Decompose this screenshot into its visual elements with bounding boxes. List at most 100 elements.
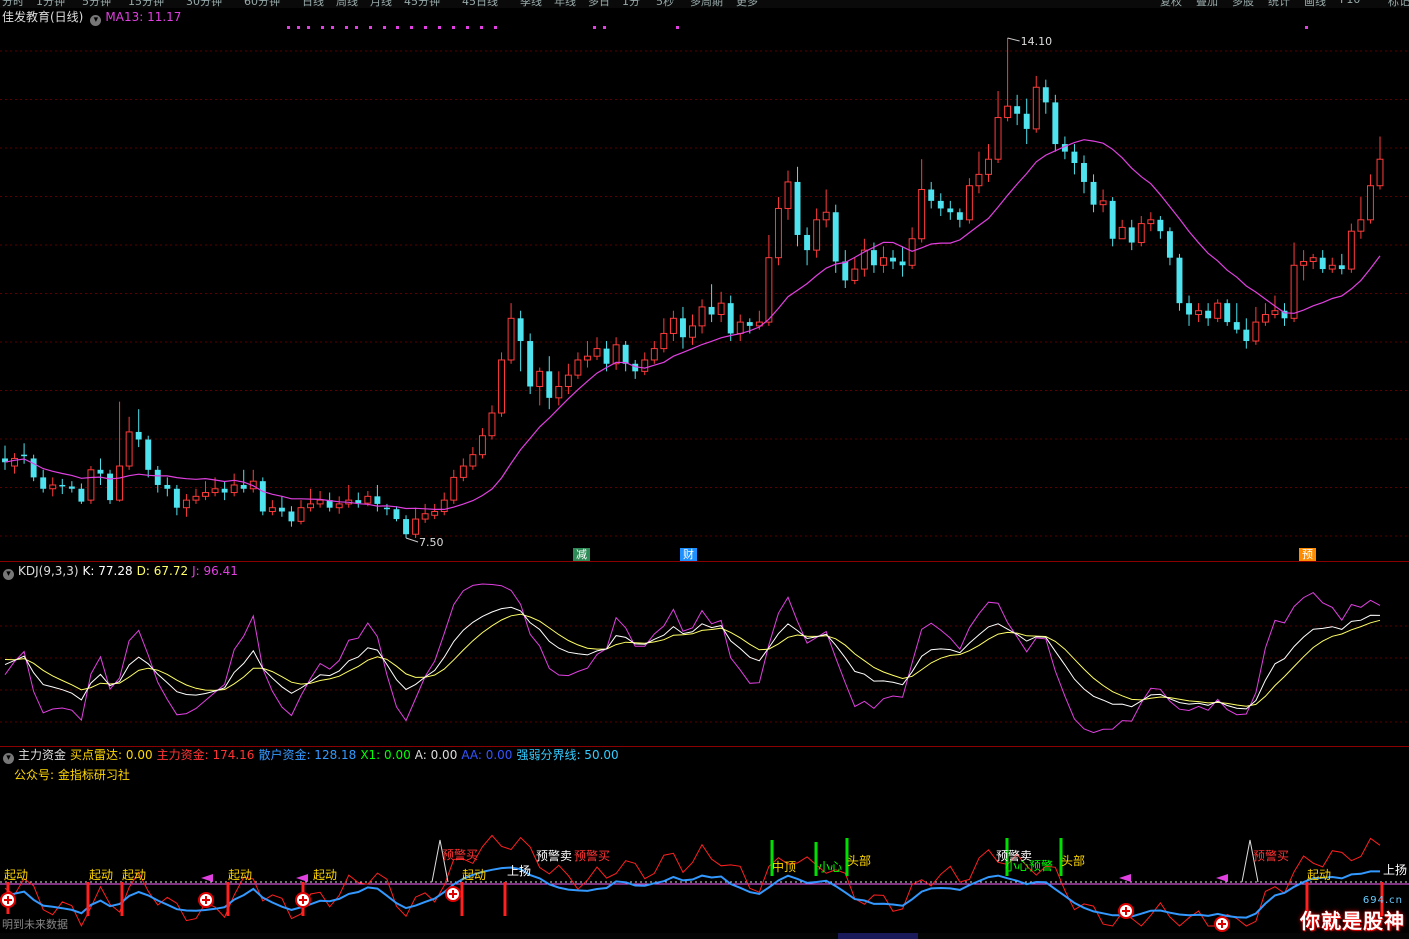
candle-body: [1090, 181, 1097, 205]
toolbar-button-2[interactable]: 多股: [1232, 0, 1254, 8]
flow-signal-label: 预警买: [574, 848, 610, 863]
toolbar-button-4[interactable]: 画线: [1304, 0, 1326, 8]
signal-dot: [355, 26, 358, 29]
candle-body: [135, 431, 142, 440]
candle-body: [221, 488, 228, 493]
candle-body: [870, 250, 877, 266]
candle-body: [268, 507, 276, 512]
candle-body: [259, 481, 266, 512]
period-tab-11[interactable]: 季线: [520, 0, 542, 8]
event-badge-cai[interactable]: 财: [680, 548, 697, 561]
flow-signal-label: 小心预警: [1005, 858, 1053, 873]
event-badge-jian[interactable]: 减: [573, 548, 590, 561]
period-tab-3[interactable]: 15分钟: [128, 0, 164, 8]
candle-body: [49, 484, 57, 490]
period-tab-15[interactable]: 5秒: [656, 0, 674, 8]
period-tab-16[interactable]: 多周期: [690, 0, 723, 8]
period-tab-10[interactable]: 45日线: [462, 0, 498, 8]
toolbar-button-5[interactable]: F10: [1340, 0, 1360, 6]
period-tab-2[interactable]: 5分钟: [82, 0, 111, 8]
flow-signal-label: 起动: [122, 868, 146, 882]
signal-dot: [396, 26, 399, 29]
candle-body: [450, 476, 458, 501]
signal-dot: [1305, 26, 1308, 29]
candle-body: [1014, 106, 1021, 114]
signal-dot: [480, 26, 483, 29]
candle-body: [536, 370, 544, 387]
low-price-label: 7.50: [419, 536, 444, 549]
candle-body: [1042, 87, 1049, 103]
period-tab-4[interactable]: 30分钟: [186, 0, 222, 8]
flow-signal-label: 预警卖: [536, 848, 572, 863]
candle-body: [527, 341, 534, 387]
candle-body: [1023, 113, 1030, 129]
candle-body: [478, 435, 486, 456]
candle-body: [182, 499, 190, 509]
candle-body: [1290, 264, 1298, 319]
signal-dot: [410, 26, 413, 29]
period-tab-13[interactable]: 多日: [588, 0, 610, 8]
candle-body: [908, 238, 916, 266]
period-toolbar: 分时 1分钟 5分钟 15分钟 30分钟 60分钟 日线 周线 月线 45分钟 45日线 季线 年线 多日…: [0, 0, 1409, 8]
candle-body: [774, 207, 782, 259]
period-tab-8[interactable]: 月线: [370, 0, 392, 8]
candle-body: [813, 219, 821, 251]
signal-dot: [424, 26, 427, 29]
period-tab-14[interactable]: 1分: [622, 0, 640, 8]
candle-body: [78, 488, 85, 502]
candle-body: [173, 488, 180, 508]
candle-body: [374, 496, 381, 504]
date-axis[interactable]: [0, 933, 1409, 939]
candle-body: [660, 332, 668, 350]
period-tab-7[interactable]: 周线: [336, 0, 358, 8]
candle-body: [1128, 227, 1135, 243]
candle-body: [211, 488, 219, 494]
signal-dot: [369, 26, 372, 29]
candle-body: [689, 325, 696, 338]
capital-flow-chart[interactable]: 起动 起动 起动 起动 起动 起动 起动预警买上扬预警卖 预警买中顶 小心 头部 预警卖小心预警 头部…: [0, 746, 1409, 933]
candle-body: [316, 499, 324, 505]
toolbar-button-1[interactable]: 叠加: [1196, 0, 1218, 8]
period-tab-5[interactable]: 60分钟: [244, 0, 280, 8]
candlestick-chart[interactable]: 14.10 7.50: [0, 8, 1409, 562]
candle-body: [431, 510, 439, 516]
signal-arrow-icon: [296, 874, 308, 882]
period-tab-0[interactable]: 分时: [2, 0, 24, 8]
flow-signal-label: 小心: [818, 860, 842, 874]
candle-body: [1319, 257, 1326, 270]
watermark: 694.cn 你就是股神: [1300, 895, 1405, 934]
candle-body: [708, 306, 715, 315]
candle-body: [116, 465, 124, 501]
watermark-text: 你就是股神: [1300, 909, 1405, 933]
date-axis-selection[interactable]: [838, 933, 918, 939]
toolbar-button-0[interactable]: 复权: [1160, 0, 1182, 8]
signal-dot: [593, 26, 596, 29]
period-tab-9[interactable]: 45分钟: [404, 0, 440, 8]
candle-body: [307, 503, 315, 509]
period-tab-12[interactable]: 年线: [554, 0, 576, 8]
candle-body: [1214, 302, 1222, 319]
candle-body: [822, 211, 830, 221]
period-tab-1[interactable]: 1分钟: [36, 0, 65, 8]
signal-dot: [287, 26, 290, 29]
period-tab-17[interactable]: 更多: [736, 0, 758, 8]
candle-body: [412, 518, 420, 535]
candle-body: [1300, 260, 1308, 266]
toolbar-button-6[interactable]: 标记: [1388, 0, 1409, 8]
signal-dot: [466, 26, 469, 29]
candle-body: [87, 469, 95, 501]
candle-body: [899, 261, 906, 266]
candle-body: [994, 117, 1002, 160]
candle-body: [1328, 264, 1336, 270]
event-badge-yu[interactable]: 预: [1299, 548, 1316, 561]
period-tab-6[interactable]: 日线: [302, 0, 324, 8]
candle-body: [1099, 200, 1107, 206]
candle-body: [603, 348, 610, 364]
kdj-chart[interactable]: [0, 562, 1409, 746]
toolbar-button-3[interactable]: 统计: [1268, 0, 1290, 8]
candle-body: [574, 359, 582, 376]
candle-body: [650, 348, 658, 361]
candle-body: [1004, 105, 1012, 119]
flow-signal-label: 起动: [228, 868, 252, 882]
candle-body: [145, 439, 152, 470]
